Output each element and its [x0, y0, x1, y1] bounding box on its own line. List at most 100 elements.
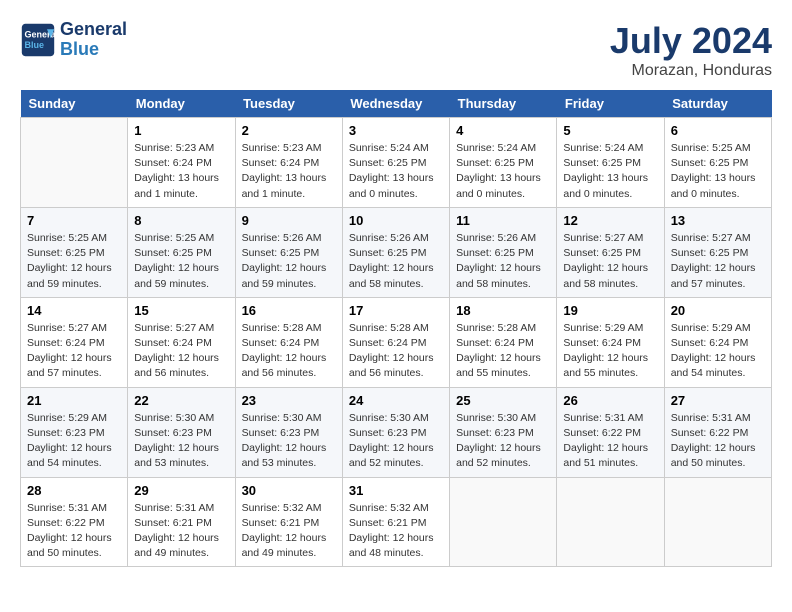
calendar-cell: 8 Sunrise: 5:25 AM Sunset: 6:25 PM Daylig… [128, 207, 235, 297]
calendar-cell: 28 Sunrise: 5:31 AM Sunset: 6:22 PM Dayli… [21, 477, 128, 567]
day-info: Sunrise: 5:25 AM Sunset: 6:25 PM Dayligh… [671, 141, 765, 202]
day-number: 3 [349, 123, 443, 138]
calendar-cell: 23 Sunrise: 5:30 AM Sunset: 6:23 PM Dayli… [235, 387, 342, 477]
calendar-cell: 2 Sunrise: 5:23 AM Sunset: 6:24 PM Daylig… [235, 118, 342, 208]
day-number: 18 [456, 303, 550, 318]
day-number: 2 [242, 123, 336, 138]
day-info: Sunrise: 5:28 AM Sunset: 6:24 PM Dayligh… [349, 321, 443, 382]
day-info: Sunrise: 5:24 AM Sunset: 6:25 PM Dayligh… [349, 141, 443, 202]
location: Morazan, Honduras [610, 62, 772, 80]
logo-text-blue: Blue [60, 40, 127, 60]
calendar-cell: 5 Sunrise: 5:24 AM Sunset: 6:25 PM Daylig… [557, 118, 664, 208]
day-number: 4 [456, 123, 550, 138]
col-saturday: Saturday [664, 90, 771, 118]
calendar-cell: 25 Sunrise: 5:30 AM Sunset: 6:23 PM Dayli… [450, 387, 557, 477]
day-number: 19 [563, 303, 657, 318]
col-wednesday: Wednesday [342, 90, 449, 118]
day-info: Sunrise: 5:31 AM Sunset: 6:21 PM Dayligh… [134, 501, 228, 562]
day-info: Sunrise: 5:30 AM Sunset: 6:23 PM Dayligh… [349, 411, 443, 472]
calendar-cell: 19 Sunrise: 5:29 AM Sunset: 6:24 PM Dayli… [557, 297, 664, 387]
day-info: Sunrise: 5:32 AM Sunset: 6:21 PM Dayligh… [242, 501, 336, 562]
calendar-cell: 7 Sunrise: 5:25 AM Sunset: 6:25 PM Daylig… [21, 207, 128, 297]
day-info: Sunrise: 5:26 AM Sunset: 6:25 PM Dayligh… [242, 231, 336, 292]
calendar-cell: 9Sunrise: 5:26 AM Sunset: 6:25 PM Daylig… [235, 207, 342, 297]
calendar-body: 1 Sunrise: 5:23 AM Sunset: 6:24 PM Daylig… [21, 118, 772, 567]
day-number: 23 [242, 393, 336, 408]
calendar-cell: 11Sunrise: 5:26 AM Sunset: 6:25 PM Dayli… [450, 207, 557, 297]
calendar-cell: 29 Sunrise: 5:31 AM Sunset: 6:21 PM Dayli… [128, 477, 235, 567]
day-number: 31 [349, 483, 443, 498]
calendar-cell: 15 Sunrise: 5:27 AM Sunset: 6:24 PM Dayli… [128, 297, 235, 387]
day-number: 30 [242, 483, 336, 498]
day-info: Sunrise: 5:30 AM Sunset: 6:23 PM Dayligh… [242, 411, 336, 472]
logo-text-general: General [60, 20, 127, 40]
calendar-cell: 14 Sunrise: 5:27 AM Sunset: 6:24 PM Dayli… [21, 297, 128, 387]
day-info: Sunrise: 5:23 AM Sunset: 6:24 PM Dayligh… [242, 141, 336, 202]
day-number: 26 [563, 393, 657, 408]
header-row: Sunday Monday Tuesday Wednesday Thursday… [21, 90, 772, 118]
day-info: Sunrise: 5:31 AM Sunset: 6:22 PM Dayligh… [27, 501, 121, 562]
day-info: Sunrise: 5:24 AM Sunset: 6:25 PM Dayligh… [563, 141, 657, 202]
day-number: 5 [563, 123, 657, 138]
day-info: Sunrise: 5:25 AM Sunset: 6:25 PM Dayligh… [27, 231, 121, 292]
svg-text:Blue: Blue [25, 40, 45, 50]
day-number: 1 [134, 123, 228, 138]
calendar-week-5: 28 Sunrise: 5:31 AM Sunset: 6:22 PM Dayli… [21, 477, 772, 567]
day-number: 29 [134, 483, 228, 498]
day-number: 25 [456, 393, 550, 408]
day-number: 15 [134, 303, 228, 318]
col-tuesday: Tuesday [235, 90, 342, 118]
calendar-cell [557, 477, 664, 567]
day-number: 20 [671, 303, 765, 318]
calendar-cell: 21Sunrise: 5:29 AM Sunset: 6:23 PM Dayli… [21, 387, 128, 477]
calendar-cell: 27 Sunrise: 5:31 AM Sunset: 6:22 PM Dayli… [664, 387, 771, 477]
col-sunday: Sunday [21, 90, 128, 118]
calendar-cell: 31Sunrise: 5:32 AM Sunset: 6:21 PM Dayli… [342, 477, 449, 567]
day-number: 13 [671, 213, 765, 228]
calendar-cell: 13 Sunrise: 5:27 AM Sunset: 6:25 PM Dayli… [664, 207, 771, 297]
calendar-week-2: 7 Sunrise: 5:25 AM Sunset: 6:25 PM Daylig… [21, 207, 772, 297]
day-info: Sunrise: 5:25 AM Sunset: 6:25 PM Dayligh… [134, 231, 228, 292]
calendar-cell: 26 Sunrise: 5:31 AM Sunset: 6:22 PM Dayli… [557, 387, 664, 477]
col-monday: Monday [128, 90, 235, 118]
calendar-week-1: 1 Sunrise: 5:23 AM Sunset: 6:24 PM Daylig… [21, 118, 772, 208]
calendar-cell: 18 Sunrise: 5:28 AM Sunset: 6:24 PM Dayli… [450, 297, 557, 387]
day-info: Sunrise: 5:27 AM Sunset: 6:25 PM Dayligh… [563, 231, 657, 292]
calendar-week-3: 14 Sunrise: 5:27 AM Sunset: 6:24 PM Dayli… [21, 297, 772, 387]
calendar-cell: 20 Sunrise: 5:29 AM Sunset: 6:24 PM Dayli… [664, 297, 771, 387]
day-info: Sunrise: 5:31 AM Sunset: 6:22 PM Dayligh… [563, 411, 657, 472]
day-info: Sunrise: 5:27 AM Sunset: 6:25 PM Dayligh… [671, 231, 765, 292]
day-info: Sunrise: 5:23 AM Sunset: 6:24 PM Dayligh… [134, 141, 228, 202]
day-info: Sunrise: 5:27 AM Sunset: 6:24 PM Dayligh… [134, 321, 228, 382]
day-number: 17 [349, 303, 443, 318]
day-number: 11 [456, 213, 550, 228]
calendar-cell [450, 477, 557, 567]
day-number: 14 [27, 303, 121, 318]
calendar-cell: 6 Sunrise: 5:25 AM Sunset: 6:25 PM Daylig… [664, 118, 771, 208]
calendar-table: Sunday Monday Tuesday Wednesday Thursday… [20, 90, 772, 567]
day-number: 16 [242, 303, 336, 318]
calendar-cell: 17 Sunrise: 5:28 AM Sunset: 6:24 PM Dayli… [342, 297, 449, 387]
calendar-header: Sunday Monday Tuesday Wednesday Thursday… [21, 90, 772, 118]
day-number: 28 [27, 483, 121, 498]
calendar-cell: 1 Sunrise: 5:23 AM Sunset: 6:24 PM Daylig… [128, 118, 235, 208]
day-number: 12 [563, 213, 657, 228]
day-number: 8 [134, 213, 228, 228]
calendar-cell: 24Sunrise: 5:30 AM Sunset: 6:23 PM Dayli… [342, 387, 449, 477]
day-number: 22 [134, 393, 228, 408]
page-header: General Blue General Blue July 2024 Mora… [20, 20, 772, 80]
day-number: 6 [671, 123, 765, 138]
day-info: Sunrise: 5:26 AM Sunset: 6:25 PM Dayligh… [349, 231, 443, 292]
day-info: Sunrise: 5:30 AM Sunset: 6:23 PM Dayligh… [456, 411, 550, 472]
day-info: Sunrise: 5:29 AM Sunset: 6:24 PM Dayligh… [671, 321, 765, 382]
day-info: Sunrise: 5:29 AM Sunset: 6:24 PM Dayligh… [563, 321, 657, 382]
logo-icon: General Blue [20, 22, 56, 58]
day-info: Sunrise: 5:28 AM Sunset: 6:24 PM Dayligh… [456, 321, 550, 382]
calendar-cell: 12 Sunrise: 5:27 AM Sunset: 6:25 PM Dayli… [557, 207, 664, 297]
calendar-cell: 22Sunrise: 5:30 AM Sunset: 6:23 PM Dayli… [128, 387, 235, 477]
day-info: Sunrise: 5:31 AM Sunset: 6:22 PM Dayligh… [671, 411, 765, 472]
day-number: 27 [671, 393, 765, 408]
day-info: Sunrise: 5:27 AM Sunset: 6:24 PM Dayligh… [27, 321, 121, 382]
day-number: 7 [27, 213, 121, 228]
col-friday: Friday [557, 90, 664, 118]
